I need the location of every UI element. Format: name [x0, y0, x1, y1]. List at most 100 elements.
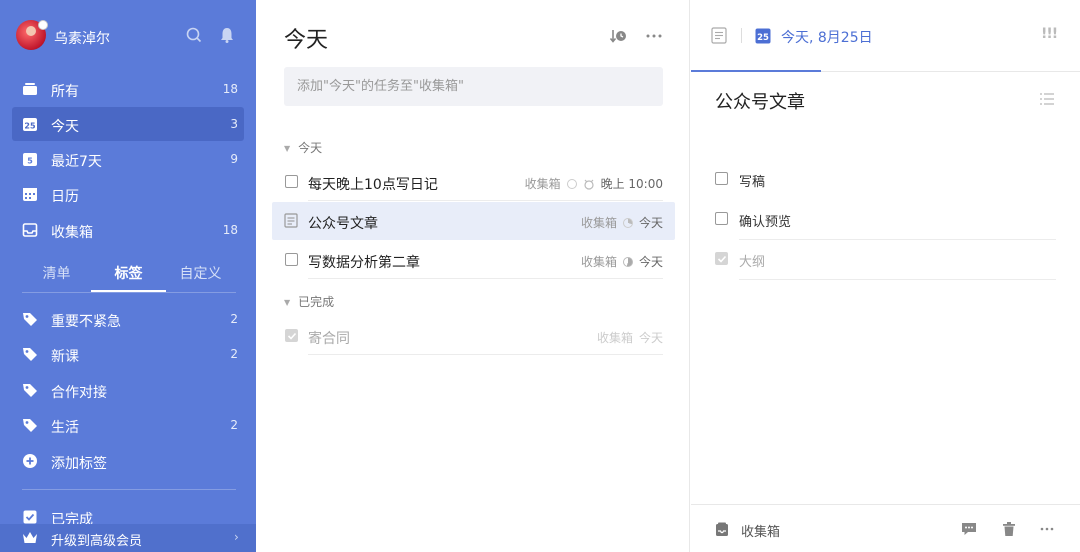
- more-icon[interactable]: [644, 26, 664, 46]
- task-checkbox[interactable]: [285, 175, 298, 188]
- sidebar-item-tag-cooperation[interactable]: 合作对接: [12, 373, 244, 407]
- progress-pie-icon: [622, 256, 633, 267]
- all-tasks-icon: [23, 83, 37, 95]
- add-tag-label: 添加标签: [51, 456, 107, 472]
- sidebar-item-label: 收集箱: [51, 225, 93, 241]
- sidebar-item-tag-important[interactable]: 重要不紧急 2: [12, 302, 244, 336]
- subtask-item[interactable]: 写稿: [715, 160, 1056, 200]
- sidebar: 乌素淖尔 所有 18 25 今天 3 5 最近7天 9 日历 收集箱 18 清单…: [0, 0, 256, 552]
- calendar-25-icon[interactable]: 25: [755, 27, 771, 44]
- upgrade-premium-button[interactable]: 升级到高级会员 ›: [0, 524, 256, 552]
- due-date-button[interactable]: 今天, 8月25日: [781, 27, 873, 47]
- list-selector[interactable]: 收集箱: [741, 521, 780, 540]
- row-divider: [739, 279, 1056, 280]
- task-due: 今天: [638, 255, 663, 269]
- comment-icon[interactable]: [961, 521, 977, 537]
- svg-text:25: 25: [757, 33, 769, 43]
- tag-icon: [23, 348, 37, 361]
- task-row-selected[interactable]: 公众号文章 收集箱 今天: [272, 202, 675, 240]
- sort-icon[interactable]: [608, 26, 628, 46]
- task-title: 每天晚上10点写日记: [308, 177, 438, 193]
- check-icon: [287, 332, 297, 340]
- task-meta: 收集箱 今天: [581, 214, 663, 231]
- sidebar-item-label: 重要不紧急: [51, 314, 121, 330]
- task-list-name: 收集箱: [580, 255, 617, 269]
- tag-icon: [23, 419, 37, 432]
- task-row[interactable]: 写数据分析第二章 收集箱 今天: [272, 241, 675, 279]
- task-list-panel: 今天 ▼ 今天 每天晚上10点写日记 收集箱 晚上 10:00 公众号文章 收集箱…: [256, 0, 690, 552]
- sidebar-item-all[interactable]: 所有 18: [12, 72, 244, 106]
- progress-pie-icon: [622, 217, 633, 228]
- bell-icon[interactable]: [218, 26, 236, 44]
- row-divider: [308, 200, 663, 201]
- check-square-icon: [23, 510, 37, 524]
- sidebar-item-count: 2: [230, 418, 238, 432]
- subtask-checkbox[interactable]: [715, 172, 728, 185]
- subtask-item[interactable]: 确认预览: [715, 200, 1056, 240]
- task-title: 写数据分析第二章: [308, 255, 420, 271]
- sidebar-item-today[interactable]: 25 今天 3: [12, 107, 244, 141]
- sidebar-item-label: 今天: [51, 119, 79, 135]
- section-label: 今天: [298, 141, 323, 155]
- sidebar-item-tag-life[interactable]: 生活 2: [12, 408, 244, 442]
- task-list-name: 收集箱: [596, 331, 633, 345]
- task-row-completed[interactable]: 寄合同 收集箱 今天: [272, 317, 675, 355]
- add-tag-button[interactable]: 添加标签: [12, 444, 244, 478]
- task-type-toggle-icon[interactable]: [711, 27, 727, 44]
- sidebar-item-next7days[interactable]: 5 最近7天 9: [12, 142, 244, 176]
- subtask-label[interactable]: 确认预览: [739, 211, 791, 230]
- sidebar-item-calendar[interactable]: 日历: [12, 177, 244, 211]
- avatar-badge: [38, 20, 48, 30]
- task-list-name: 收集箱: [580, 216, 617, 230]
- header-separator: [741, 28, 742, 43]
- subtask-label[interactable]: 写稿: [739, 171, 765, 190]
- trash-icon[interactable]: [1001, 521, 1017, 537]
- tag-icon: [23, 313, 37, 326]
- tag-icon: [23, 384, 37, 397]
- subtask-checkbox[interactable]: [715, 212, 728, 225]
- collapse-icon: ▼: [284, 298, 291, 307]
- segment-divider: [22, 292, 236, 293]
- sidebar-item-label: 所有: [51, 84, 79, 100]
- section-header-completed[interactable]: ▼ 已完成: [284, 293, 334, 310]
- add-task-input[interactable]: [284, 67, 663, 106]
- task-row[interactable]: 每天晚上10点写日记 收集箱 晚上 10:00: [272, 163, 675, 201]
- inbox-move-icon[interactable]: [715, 522, 729, 537]
- sidebar-item-count: 9: [230, 152, 238, 166]
- more-icon[interactable]: [1039, 521, 1055, 537]
- section-header-today[interactable]: ▼ 今天: [284, 139, 322, 156]
- tab-lists[interactable]: 清单: [19, 258, 94, 292]
- sidebar-item-label: 生活: [51, 420, 79, 436]
- upgrade-label: 升级到高级会员: [51, 534, 143, 549]
- calendar-icon: [23, 188, 37, 201]
- inbox-icon: [22, 223, 38, 237]
- task-due: 今天: [638, 216, 663, 230]
- username[interactable]: 乌素淖尔: [54, 28, 110, 48]
- plus-circle-icon: [23, 454, 37, 468]
- svg-text:5: 5: [27, 157, 33, 166]
- page-title: 今天: [284, 28, 329, 53]
- sidebar-item-inbox[interactable]: 收集箱 18: [12, 213, 244, 247]
- task-list-name: 收集箱: [524, 177, 561, 191]
- crown-icon: [23, 532, 37, 543]
- search-icon[interactable]: [185, 26, 203, 44]
- sidebar-item-label: 合作对接: [51, 385, 107, 401]
- tab-tags[interactable]: 标签: [91, 258, 166, 292]
- sidebar-header: 乌素淖尔: [0, 0, 256, 72]
- alarm-icon: [583, 179, 594, 190]
- task-meta: 收集箱 今天: [597, 329, 663, 346]
- task-checkbox[interactable]: [285, 253, 298, 266]
- tab-custom[interactable]: 自定义: [163, 258, 238, 292]
- week-icon: 5: [23, 153, 37, 166]
- checklist-toggle-icon[interactable]: [1039, 92, 1055, 106]
- sidebar-item-count: 2: [230, 347, 238, 361]
- priority-button[interactable]: !!!: [1041, 26, 1058, 42]
- sidebar-item-tag-newcourse[interactable]: 新课 2: [12, 337, 244, 371]
- task-title-field[interactable]: 公众号文章: [715, 88, 805, 114]
- task-title: 寄合同: [308, 331, 350, 347]
- section-label: 已完成: [298, 295, 335, 309]
- subtask-item-completed[interactable]: 大纲: [715, 240, 1056, 280]
- header-underline: [691, 70, 821, 72]
- task-title: 公众号文章: [308, 216, 378, 232]
- subtask-label[interactable]: 大纲: [739, 251, 765, 270]
